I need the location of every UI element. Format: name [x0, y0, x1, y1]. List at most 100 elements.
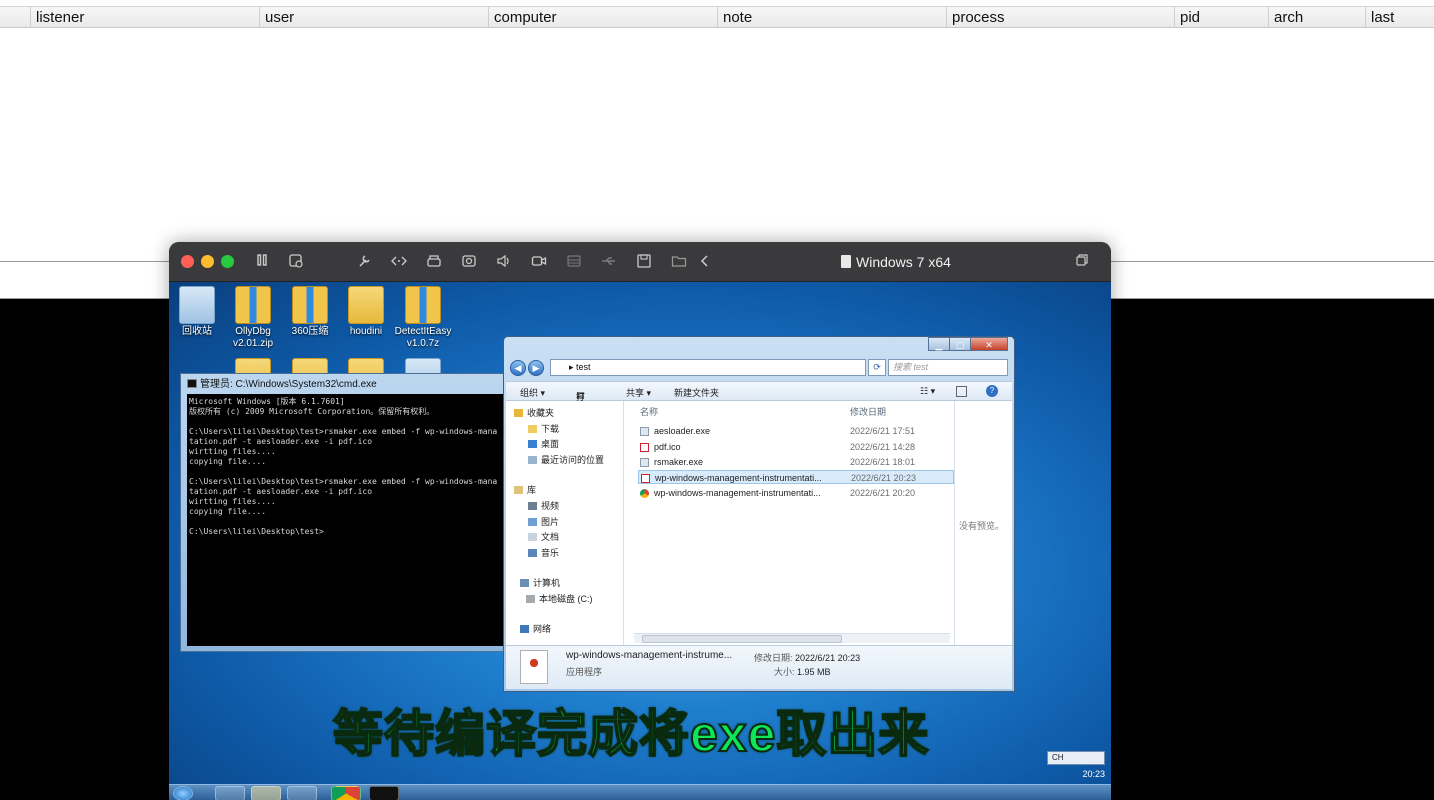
media-player-taskbar-icon[interactable] [287, 786, 317, 800]
nav-label: 下载 [541, 424, 560, 434]
view-options-icon[interactable]: ☷ ▾ [920, 386, 935, 397]
computer-icon [520, 579, 529, 587]
file-list: 名称 修改日期 aesloader.exe 2022/6/21 17:51 pd… [634, 401, 954, 645]
usb-icon[interactable] [600, 253, 618, 271]
cmd-icon [187, 379, 197, 388]
chrome-taskbar-icon[interactable] [331, 786, 361, 800]
file-row-selected[interactable]: wp-windows-management-instrumentati... 2… [638, 470, 954, 484]
nav-label: 计算机 [533, 578, 561, 588]
desktop-icon-ollydbg[interactable]: OllyDbg v2.01.zip [223, 286, 283, 350]
download-folder-icon [528, 425, 537, 433]
window-controls: ▁ ▢ ✕ [928, 337, 1008, 353]
minimize-light[interactable] [201, 255, 214, 268]
explorer-taskbar-icon[interactable] [251, 786, 281, 800]
nav-desktop[interactable]: 桌面 [528, 437, 559, 450]
col-note[interactable]: note [717, 7, 947, 28]
cmd-line [189, 467, 509, 477]
cmd-window[interactable]: 管理员: C:\Windows\System32\cmd.exe Microso… [180, 373, 511, 652]
desktop-icon-houdini[interactable]: houdini [336, 286, 396, 338]
listener-table: listener user computer note process pid … [0, 0, 1434, 262]
file-row[interactable]: aesloader.exe 2022/6/21 17:51 [638, 424, 954, 438]
col-process[interactable]: process [946, 7, 1176, 28]
col-last[interactable]: last [1365, 7, 1434, 28]
file-row[interactable]: wp-windows-management-instrumentati... 2… [638, 486, 954, 500]
zoom-light[interactable] [221, 255, 234, 268]
code-icon[interactable] [390, 253, 408, 271]
search-input[interactable]: 搜索 test [888, 359, 1008, 376]
col-header-name[interactable]: 名称 [640, 405, 658, 418]
exe-icon [640, 427, 649, 436]
folder-share-icon[interactable] [670, 253, 688, 271]
printer-icon[interactable] [425, 253, 443, 271]
cmd-line: C:\Users\lilei\Desktop\test>rsmaker.exe … [189, 477, 498, 486]
nav-downloads[interactable]: 下载 [528, 422, 559, 435]
file-date: 2022/6/21 17:51 [850, 426, 916, 436]
nav-documents[interactable]: 文档 [528, 530, 559, 543]
file-row[interactable]: rsmaker.exe 2022/6/21 18:01 [638, 455, 954, 469]
nav-recent[interactable]: 最近访问的位置 [528, 453, 604, 466]
desktop-icon-360[interactable]: 360压缩 [280, 286, 340, 338]
col-pid[interactable]: pid [1174, 7, 1274, 28]
nav-videos[interactable]: 视频 [528, 499, 559, 512]
nav-computer[interactable]: 计算机 [520, 576, 560, 589]
storage-icon[interactable] [565, 253, 583, 271]
save-icon[interactable] [635, 253, 653, 271]
col-header-date[interactable]: 修改日期 [850, 405, 886, 418]
organize-button[interactable]: 组织 ▾ [520, 386, 545, 399]
desktop-icon-detectiteasy[interactable]: DetectItEasy v1.0.7z [393, 286, 453, 350]
col-computer[interactable]: computer [488, 7, 718, 28]
cmd-line [189, 517, 509, 527]
cmd-taskbar-icon[interactable] [369, 786, 399, 800]
nav-music[interactable]: 音乐 [528, 546, 559, 559]
clock[interactable]: 20:23 [1082, 769, 1105, 780]
back-button[interactable]: ◀ [510, 360, 526, 376]
maximize-button[interactable]: ▢ [949, 337, 971, 351]
video-icon[interactable] [530, 253, 548, 271]
help-icon[interactable]: ? [986, 385, 998, 397]
close-button[interactable]: ✕ [970, 337, 1008, 351]
nav-network[interactable]: 网络 [520, 622, 551, 635]
horizontal-scrollbar[interactable] [634, 633, 950, 643]
close-light[interactable] [181, 255, 194, 268]
file-row[interactable]: pdf.ico 2022/6/21 14:28 [638, 440, 954, 454]
col-listener[interactable]: listener [30, 7, 260, 28]
ie-taskbar-icon[interactable] [215, 786, 245, 800]
taskbar: CH 20:23 [169, 751, 1111, 800]
minimize-button[interactable]: ▁ [928, 337, 950, 351]
speaker-icon[interactable] [495, 253, 513, 271]
date-label: 修改日期: [754, 653, 793, 663]
col-arch[interactable]: arch [1268, 7, 1368, 28]
cmd-title: 管理员: C:\Windows\System32\cmd.exe [187, 378, 377, 392]
new-folder-button[interactable]: 新建文件夹 [674, 386, 719, 399]
recycle-bin-icon [179, 286, 215, 324]
nav-pictures[interactable]: 图片 [528, 515, 559, 528]
nav-libraries[interactable]: 库 [514, 483, 536, 496]
forward-button[interactable]: ▶ [528, 360, 544, 376]
language-bar[interactable]: CH [1047, 751, 1105, 765]
pause-icon[interactable] [253, 253, 271, 271]
snapshot-icon[interactable] [287, 253, 305, 271]
scroll-thumb[interactable] [642, 635, 842, 643]
nav-local-disk[interactable]: 本地磁盘 (C:) [526, 592, 593, 605]
details-pane: wp-windows-management-instrume... 应用程序 修… [506, 645, 1012, 689]
col-user[interactable]: user [259, 7, 489, 28]
preview-pane-icon[interactable] [956, 386, 967, 397]
wrench-icon[interactable] [355, 253, 373, 271]
desktop-icon-recycle-bin[interactable]: 回收站 [169, 286, 227, 338]
share-button[interactable]: 共享 ▾ [626, 386, 651, 399]
start-button[interactable] [173, 786, 193, 800]
details-file-name: wp-windows-management-instrume... [566, 650, 733, 661]
file-date: 2022/6/21 20:20 [850, 488, 916, 498]
star-icon [514, 409, 523, 417]
back-icon[interactable] [696, 253, 714, 271]
explorer-window[interactable]: ▁▢✕ ◀ ▶ ▸ test ⟳ 搜索 test 组织 ▾ ▤ 打开 共享 ▾ … [503, 336, 1015, 692]
nav-favorites[interactable]: 收藏夹 [514, 406, 554, 419]
restore-window-icon[interactable] [1073, 253, 1091, 271]
cmd-title-text: 管理员: C:\Windows\System32\cmd.exe [200, 379, 377, 390]
camera-icon[interactable] [460, 253, 478, 271]
cmd-output[interactable]: Microsoft Windows [版本 6.1.7601] 版权所有 (c) … [187, 394, 511, 646]
music-library-icon [528, 549, 537, 557]
refresh-icon[interactable]: ⟳ [868, 359, 886, 376]
address-bar[interactable]: ▸ test [550, 359, 866, 376]
no-preview-text: 没有预览。 [959, 521, 1005, 531]
